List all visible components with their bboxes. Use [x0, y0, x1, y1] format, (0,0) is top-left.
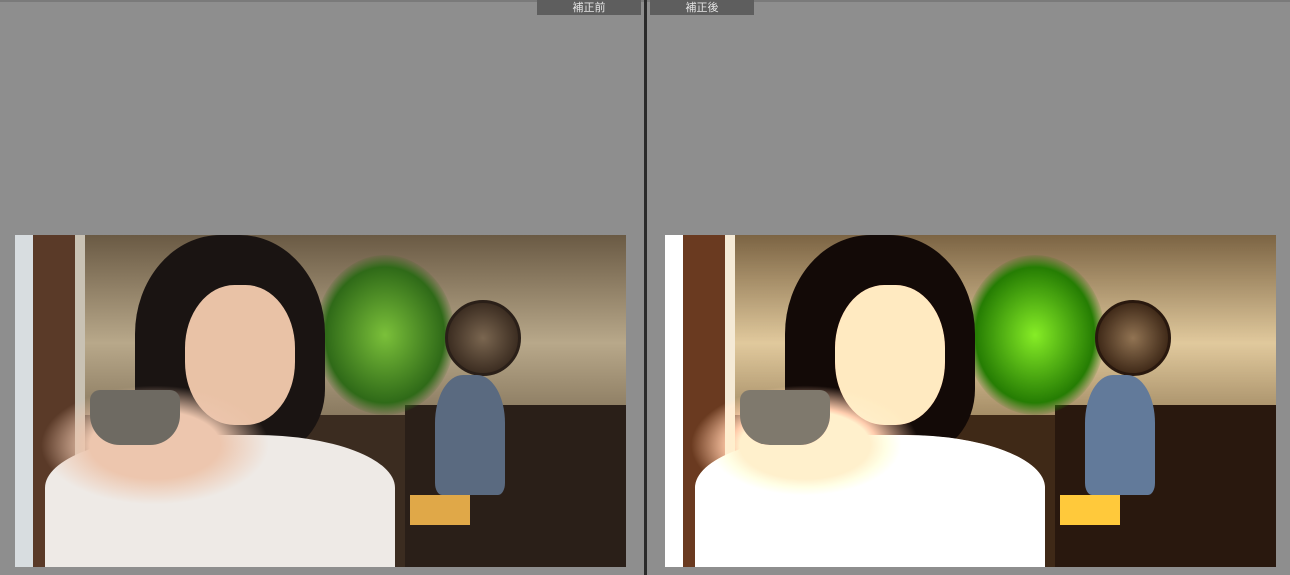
after-pane: 補正後	[647, 0, 1290, 575]
after-label: 補正後	[650, 0, 754, 15]
before-photo	[15, 235, 626, 567]
before-label: 補正前	[537, 0, 641, 15]
before-pane: 補正前	[0, 0, 644, 575]
after-photo	[665, 235, 1276, 567]
